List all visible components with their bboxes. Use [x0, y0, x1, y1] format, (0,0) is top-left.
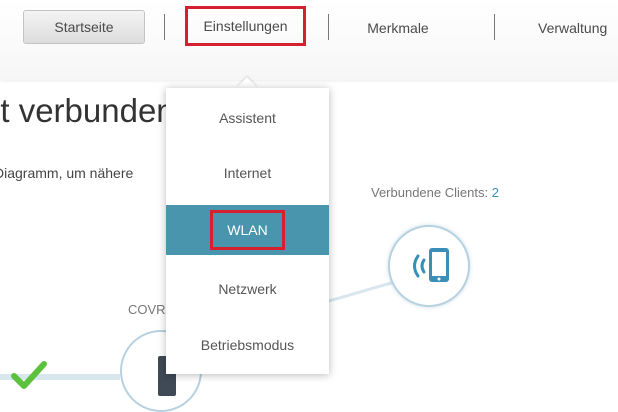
menu-item-internet[interactable]: Internet: [166, 148, 329, 198]
menu-item-network[interactable]: Netzwerk: [166, 264, 329, 314]
menu-item-wlan[interactable]: WLAN: [166, 205, 329, 255]
clients-node[interactable]: [388, 225, 470, 307]
connected-clients-count[interactable]: 2: [492, 185, 499, 200]
nav-features-button[interactable]: Merkmale: [348, 10, 448, 45]
check-icon: [11, 361, 47, 389]
nav-admin-button[interactable]: Verwaltung: [520, 10, 618, 45]
connected-clients-label: Verbundene Clients: 2: [371, 185, 499, 200]
page-subtitle: Diagramm, um nähere: [0, 165, 134, 181]
nav-separator: [328, 14, 329, 40]
settings-dropdown-menu: Assistent Internet WLAN Netzwerk Betrieb…: [166, 88, 329, 374]
device-label: COVR: [128, 302, 166, 317]
menu-item-wlan-label: WLAN: [210, 210, 285, 250]
nav-separator: [494, 14, 495, 40]
nav-settings-button[interactable]: Einstellungen: [185, 6, 306, 46]
page-title: et verbunden: [0, 92, 175, 129]
menu-item-operation-mode[interactable]: Betriebsmodus: [166, 320, 329, 370]
menu-item-assistant[interactable]: Assistent: [166, 93, 329, 143]
wireless-device-icon: [413, 248, 449, 282]
nav-separator: [164, 14, 165, 40]
nav-home-button[interactable]: Startseite: [23, 10, 145, 44]
top-navigation: Startseite Einstellungen Merkmale Verwal…: [0, 0, 618, 80]
connected-clients-text: Verbundene Clients:: [371, 185, 489, 200]
